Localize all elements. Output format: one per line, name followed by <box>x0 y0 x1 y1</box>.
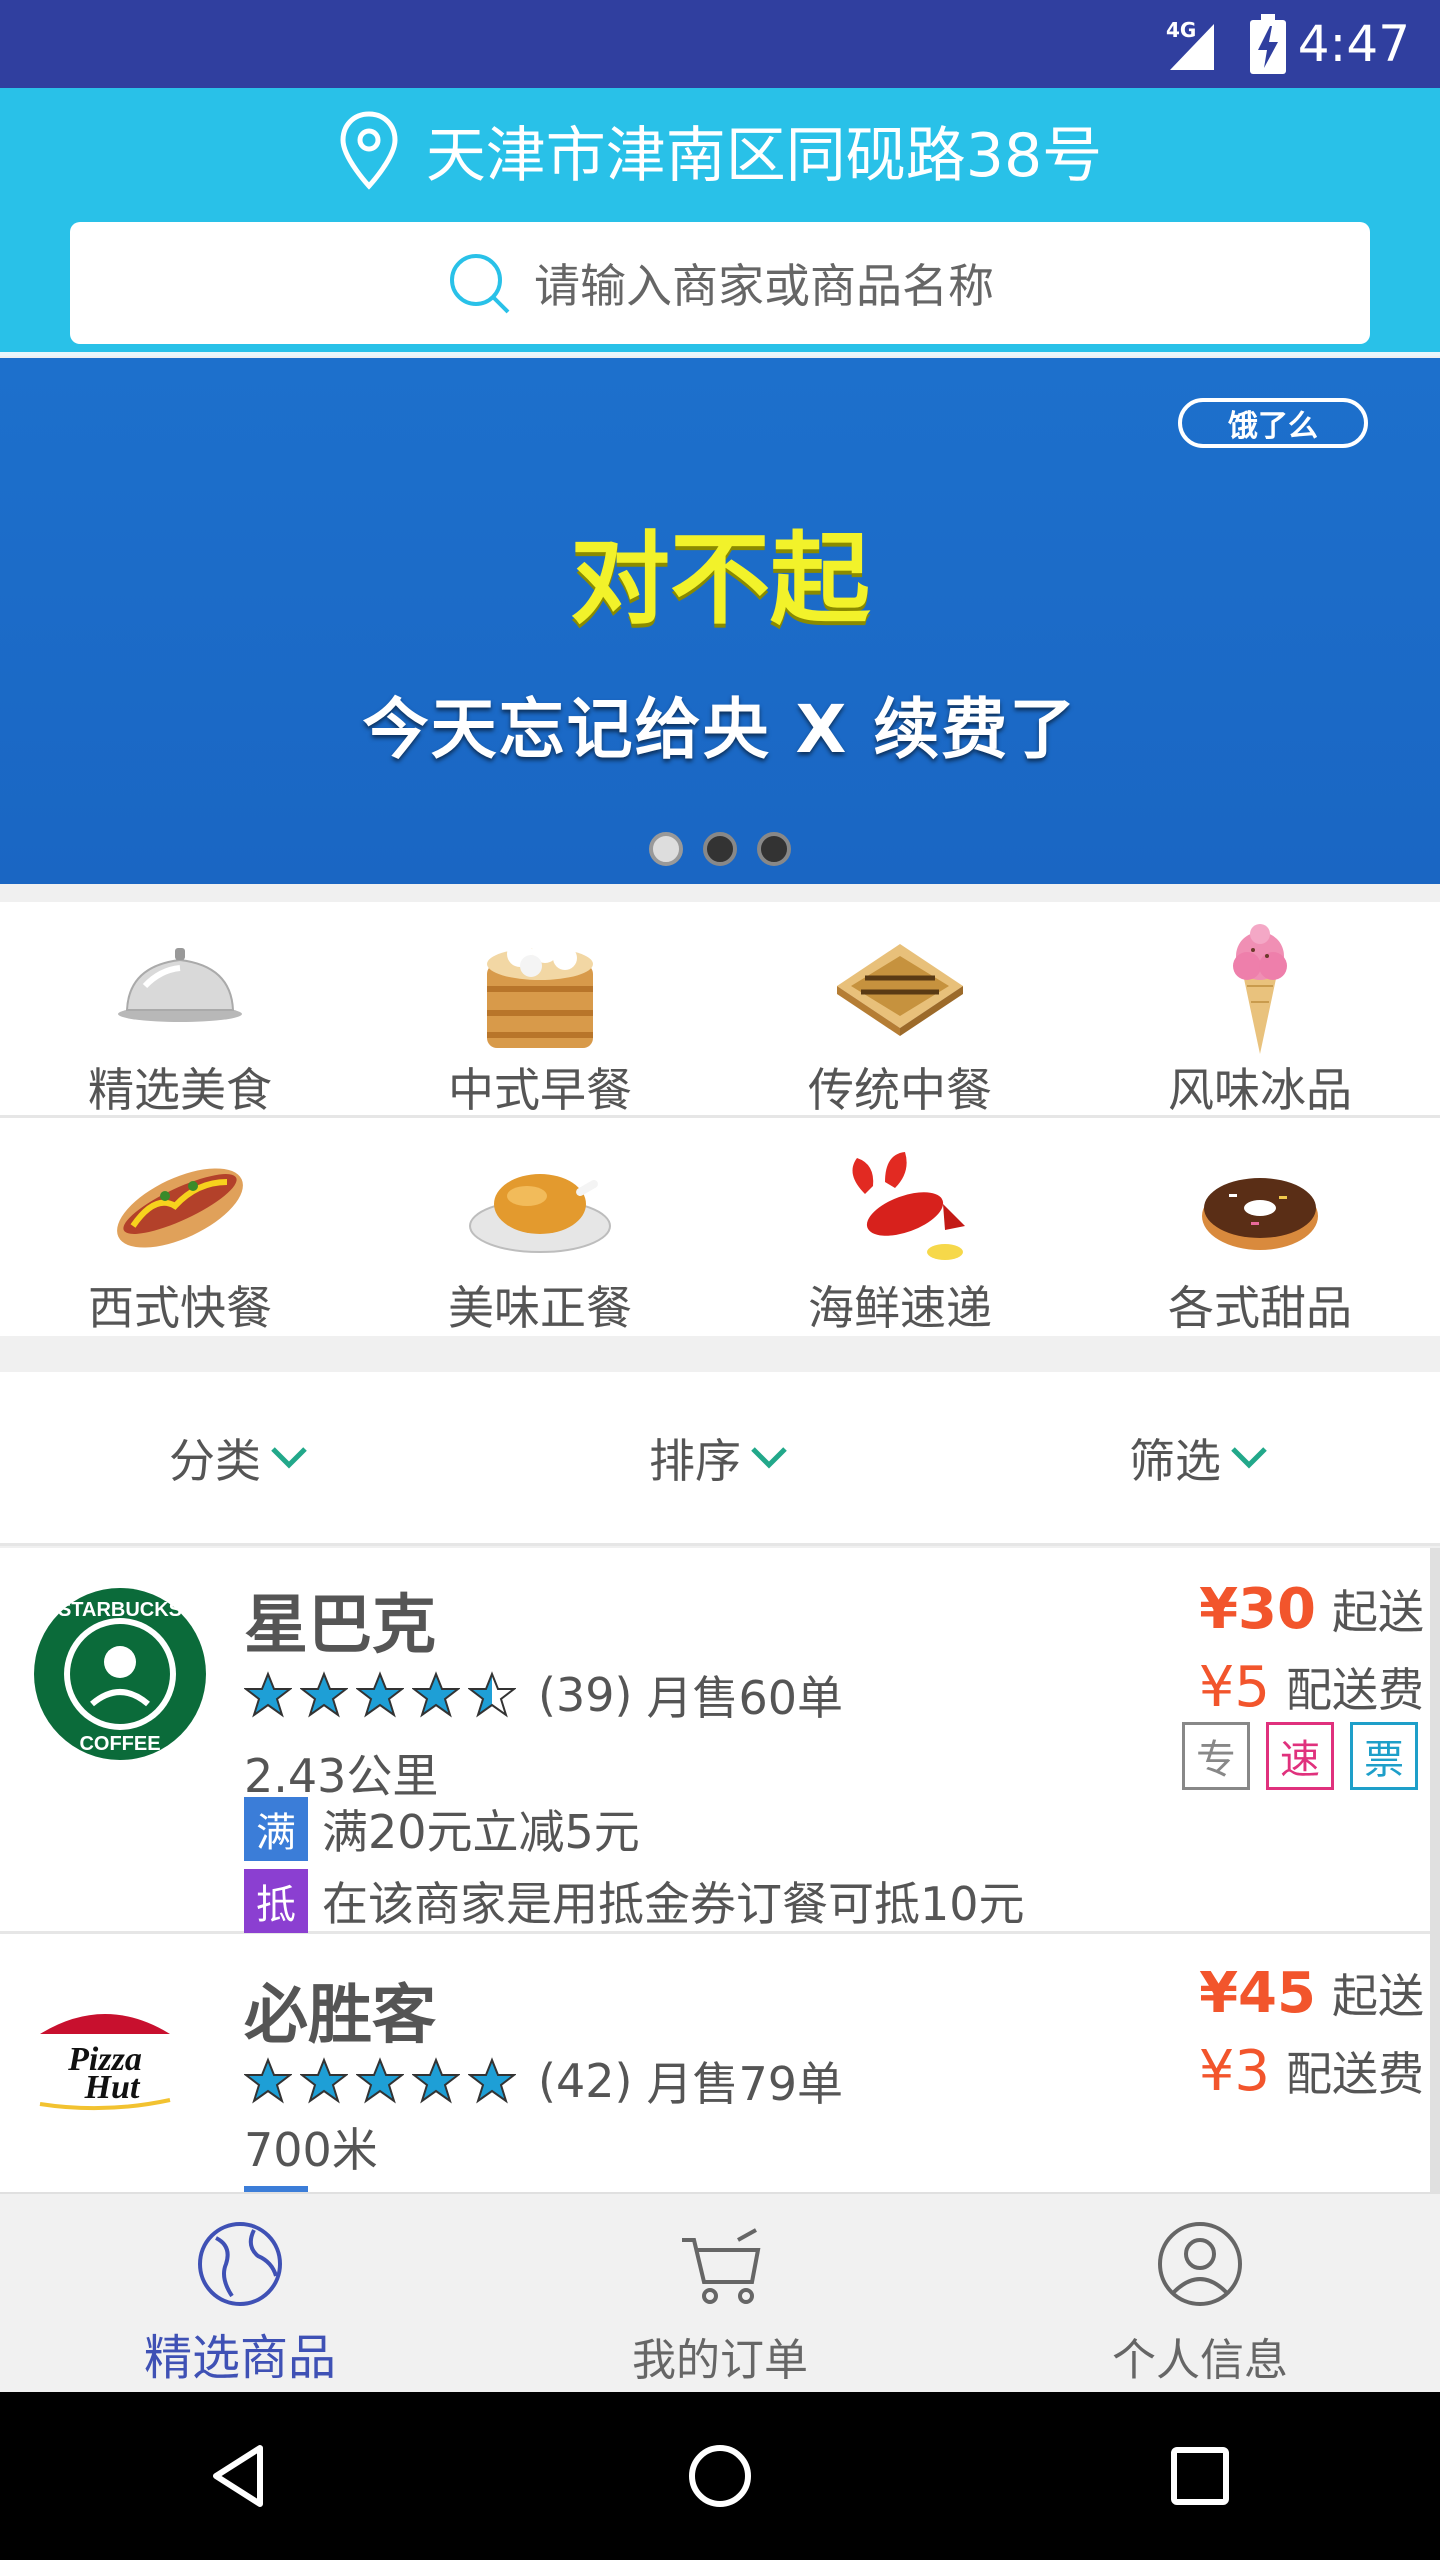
status-bar: 4G 4:47 <box>0 0 1440 88</box>
badge-fast: 速 <box>1266 1722 1334 1790</box>
filter-category[interactable]: 分类 <box>0 1372 480 1543</box>
banner-brand-logo: 饿了么 <box>1178 398 1368 448</box>
review-count: (39) <box>538 1668 633 1722</box>
list-scrollbar[interactable] <box>1430 1548 1440 2192</box>
steamer-icon <box>487 937 593 1048</box>
search-icon <box>450 254 510 314</box>
badge-invoice: 票 <box>1350 1722 1418 1790</box>
ice-cream-icon <box>1233 924 1287 1054</box>
promo-text: 在该商家是用抵金券订餐可抵10元 <box>322 1877 1025 1931</box>
star-icon <box>244 2057 292 2104</box>
banner-pagination <box>0 832 1440 866</box>
location-pin-icon <box>340 111 398 190</box>
category-selected-food[interactable]: 精选美食 <box>0 902 360 1117</box>
search-input[interactable]: 请输入商家或商品名称 <box>70 222 1370 344</box>
filter-sort[interactable]: 排序 <box>480 1372 960 1543</box>
home-icon[interactable] <box>680 2436 760 2516</box>
pagination-dot[interactable] <box>703 832 737 866</box>
header-divider <box>0 352 1440 356</box>
category-traditional-chinese[interactable]: 传统中餐 <box>720 902 1080 1117</box>
badge-exclusive: 专 <box>1182 1722 1250 1790</box>
chevron-down-icon <box>271 1446 307 1469</box>
filter-screen[interactable]: 筛选 <box>960 1372 1440 1543</box>
chevron-down-icon <box>751 1446 787 1469</box>
star-icon <box>412 2057 460 2104</box>
tab-orders[interactable]: 我的订单 <box>480 2194 960 2392</box>
rating-stars: (39) 月售60单 <box>244 1662 843 1728</box>
globe-icon <box>198 2222 282 2306</box>
promo-tag: 抵 <box>244 1869 308 1933</box>
promo-banner[interactable]: 饿了么 对不起 今天忘记给央 X 续费了 <box>0 358 1440 884</box>
tab-profile[interactable]: 个人信息 <box>960 2194 1440 2392</box>
promo-voucher: 抵 在该商家是用抵金券订餐可抵10元 <box>244 1868 1025 1934</box>
chevron-down-icon <box>1231 1446 1267 1469</box>
back-icon[interactable] <box>200 2436 280 2516</box>
header: 天津市津南区同砚路38号 请输入商家或商品名称 <box>0 88 1440 356</box>
status-time: 4:47 <box>1297 15 1410 73</box>
recents-icon[interactable] <box>1160 2436 1240 2516</box>
banner-subline: 今天忘记给央 X 续费了 <box>362 691 1078 768</box>
promo-tag: 满 <box>244 1797 308 1861</box>
battery-charging-icon <box>1250 14 1286 74</box>
cart-icon <box>682 2228 761 2304</box>
cloche-icon <box>118 948 242 1022</box>
svg-text:COFFEE: COFFEE <box>79 1733 160 1755</box>
category-seafood[interactable]: 海鲜速递 <box>720 1120 1080 1336</box>
promo-text: 满20元立减5元 <box>322 1805 640 1859</box>
location-text: 天津市津南区同砚路38号 <box>425 120 1103 191</box>
system-nav-bar <box>0 2392 1440 2560</box>
star-icon <box>468 2057 516 2104</box>
min-order: ¥45 起送 <box>1199 1961 1424 2026</box>
bottom-tab-bar: 精选商品 我的订单 个人信息 <box>0 2192 1440 2392</box>
svg-text:Hut: Hut <box>84 2069 141 2106</box>
star-icon <box>300 1671 348 1718</box>
star-icon <box>356 2057 404 2104</box>
category-ice-cream[interactable]: 风味冰品 <box>1080 902 1440 1117</box>
donut-icon <box>1202 1178 1318 1250</box>
banner-headline: 对不起 <box>570 521 870 638</box>
review-count: (42) <box>538 2054 633 2108</box>
category-grid: 精选美食 中式早餐 传统中餐 风味冰品 西式快餐 美味正餐 海鲜速递 各式甜品 <box>0 902 1440 1336</box>
shop-badges: 专 速 票 <box>1182 1722 1418 1790</box>
category-chinese-breakfast[interactable]: 中式早餐 <box>360 902 720 1117</box>
promo-discount: 满 满20元立减5元 <box>244 1796 640 1862</box>
list-item[interactable]: Pizza Hut 必胜客 (42) 月售79单 700米 ¥45 起送 ¥3 配… <box>0 1938 1430 2192</box>
star-icon <box>244 1671 292 1718</box>
shop-name: 必胜客 <box>244 1979 436 2053</box>
svg-text:STARBUCKS: STARBUCKS <box>58 1599 182 1621</box>
category-dinner[interactable]: 美味正餐 <box>360 1120 720 1336</box>
search-placeholder: 请输入商家或商品名称 <box>534 259 994 313</box>
shop-name: 星巴克 <box>244 1589 436 1663</box>
category-western-fastfood[interactable]: 西式快餐 <box>0 1120 360 1336</box>
pagination-dot-active[interactable] <box>649 832 683 866</box>
pagination-dot[interactable] <box>757 832 791 866</box>
app-screen: 4G 4:47 天津市津南区同砚路38号 请输入商家或商品名称 饿了么 对不起 … <box>0 0 1440 2560</box>
star-icon <box>412 1671 460 1718</box>
list-item[interactable]: STARBUCKS COFFEE 星巴克 (39) 月售60单 2.43公里 满 … <box>0 1548 1430 1934</box>
delivery-fee: ¥3 配送费 <box>1198 2039 1424 2104</box>
star-icon <box>356 1671 404 1718</box>
delivery-fee: ¥5 配送费 <box>1198 1655 1424 1720</box>
shop-distance: 700米 <box>244 2123 378 2177</box>
hotdog-icon <box>117 1168 243 1248</box>
min-order: ¥30 起送 <box>1199 1577 1424 1642</box>
location-selector[interactable]: 天津市津南区同砚路38号 <box>0 88 1440 212</box>
monthly-sales: 月售60单 <box>646 1671 843 1725</box>
signal-4g-icon: 4G <box>1166 18 1214 70</box>
rating-stars: (42) 月售79单 <box>244 2048 843 2114</box>
star-half-icon <box>468 1671 516 1718</box>
category-desserts[interactable]: 各式甜品 <box>1080 1120 1440 1336</box>
shop-list[interactable]: STARBUCKS COFFEE 星巴克 (39) 月售60单 2.43公里 满 … <box>0 1548 1430 2192</box>
roast-chicken-icon <box>469 1174 611 1253</box>
monthly-sales: 月售79单 <box>646 2057 843 2111</box>
pastry-icon <box>837 944 963 1036</box>
starbucks-logo: STARBUCKS COFFEE <box>34 1588 206 1760</box>
filter-bar: 分类 排序 筛选 <box>0 1372 1440 1546</box>
star-icon <box>300 2057 348 2104</box>
pizza-hut-logo: PizzaHut <box>39 2014 171 2111</box>
tab-featured[interactable]: 精选商品 <box>0 2194 480 2392</box>
user-icon <box>1158 2222 1242 2306</box>
lobster-icon <box>852 1152 965 1260</box>
